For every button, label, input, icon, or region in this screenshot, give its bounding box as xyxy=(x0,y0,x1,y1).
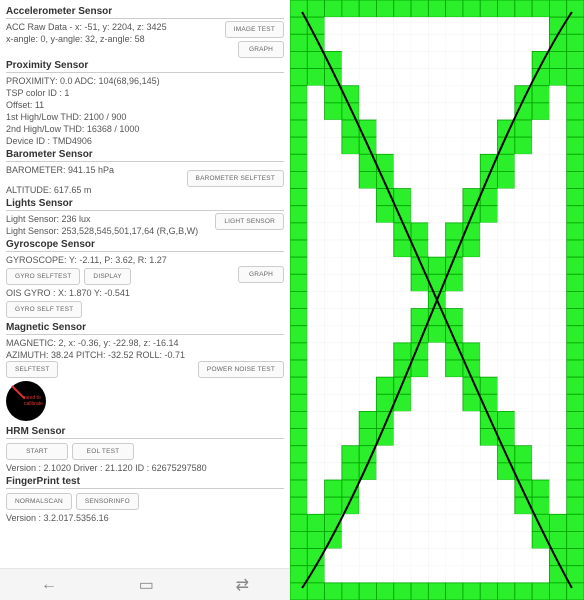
barometer-title: Barometer Sensor xyxy=(6,147,284,162)
magnetic-azimuth: AZIMUTH: 38.24 PITCH: -32.52 ROLL: -0.71 xyxy=(6,349,284,361)
hrm-start-button[interactable]: START xyxy=(6,443,68,460)
magnetic-title: Magnetic Sensor xyxy=(6,320,284,335)
gyro-selftest-button[interactable]: GYRO SELFTEST xyxy=(6,268,80,285)
home-icon[interactable]: ⇄ xyxy=(236,575,249,595)
touch-grid[interactable] xyxy=(290,0,584,600)
gyro-display-button[interactable]: DISPLAY xyxy=(84,268,130,285)
fp-normalscan-button[interactable]: NORMALSCAN xyxy=(6,493,72,510)
proximity-thd1: 1st High/Low THD: 2100 / 900 xyxy=(6,111,284,123)
acc-angle: x-angle: 0, y-angle: 32, z-angle: 58 xyxy=(6,33,225,45)
proximity-tsp: TSP color ID : 1 xyxy=(6,87,284,99)
gyroscope-title: Gyroscope Sensor xyxy=(6,237,284,252)
acc-raw: ACC Raw Data - x: -51, y: 2204, z: 3425 xyxy=(6,21,225,33)
graph-button-acc[interactable]: GRAPH xyxy=(238,41,284,58)
fingerprint-version: Version : 3.2.017.5356.16 xyxy=(6,512,284,524)
fingerprint-title: FingerPrint test xyxy=(6,474,284,489)
lights-title: Lights Sensor xyxy=(6,196,284,211)
sensor-content: Accelerometer Sensor ACC Raw Data - x: -… xyxy=(0,0,290,568)
barometer-altitude: ALTITUDE: 617.65 m xyxy=(6,184,187,196)
recent-icon[interactable]: ▭ xyxy=(139,575,154,595)
proximity-device: Device ID : TMD4906 xyxy=(6,135,284,147)
proximity-title: Proximity Sensor xyxy=(6,58,284,73)
nav-bar: ← ▭ ⇄ xyxy=(0,568,290,600)
accelerometer-title: Accelerometer Sensor xyxy=(6,4,284,19)
gyro-graph-button[interactable]: GRAPH xyxy=(238,266,284,283)
proximity-value: PROXIMITY: 0.0 ADC: 104(68,96,145) xyxy=(6,75,284,87)
hrm-title: HRM Sensor xyxy=(6,424,284,439)
gyroscope-value: GYROSCOPE: Y: -2.11, P: 3.62, R: 1.27 xyxy=(6,254,284,266)
gyro-ois-selftest-button[interactable]: GYRO SELF TEST xyxy=(6,301,82,318)
image-test-button[interactable]: IMAGE TEST xyxy=(225,21,284,38)
magnetic-value: MAGNETIC: 2, x: -0.36, y: -22.98, z: -16… xyxy=(6,337,284,349)
barometer-value: BAROMETER: 941.15 hPa xyxy=(6,164,187,176)
back-icon[interactable]: ← xyxy=(41,576,57,594)
lights-lux: Light Sensor: 236 lux xyxy=(6,213,215,225)
power-noise-button[interactable]: POWER NOISE TEST xyxy=(198,361,284,378)
hrm-eol-button[interactable]: EOL TEST xyxy=(72,443,134,460)
compass-label: need to calibrate xyxy=(24,395,46,407)
proximity-thd2: 2nd High/Low THD: 16368 / 1000 xyxy=(6,123,284,135)
ois-gyro-value: OIS GYRO : X: 1.870 Y: -0.541 xyxy=(6,287,284,299)
sensor-panel: Accelerometer Sensor ACC Raw Data - x: -… xyxy=(0,0,290,600)
hrm-version: Version : 2.1020 Driver : 21.120 ID : 62… xyxy=(6,462,284,474)
fp-sensorinfo-button[interactable]: SENSORINFO xyxy=(76,493,139,510)
touchscreen-test[interactable] xyxy=(290,0,584,600)
lights-rgbw: Light Sensor: 253,528,545,501,17,64 (R,G… xyxy=(6,225,215,237)
light-sensor-button[interactable]: LIGHT SENSOR xyxy=(215,213,284,230)
proximity-offset: Offset: 11 xyxy=(6,99,284,111)
barometer-selftest-button[interactable]: BAROMETER SELFTEST xyxy=(187,170,284,187)
compass-indicator: need to calibrate xyxy=(6,381,46,421)
magnetic-selftest-button[interactable]: SELFTEST xyxy=(6,361,58,378)
